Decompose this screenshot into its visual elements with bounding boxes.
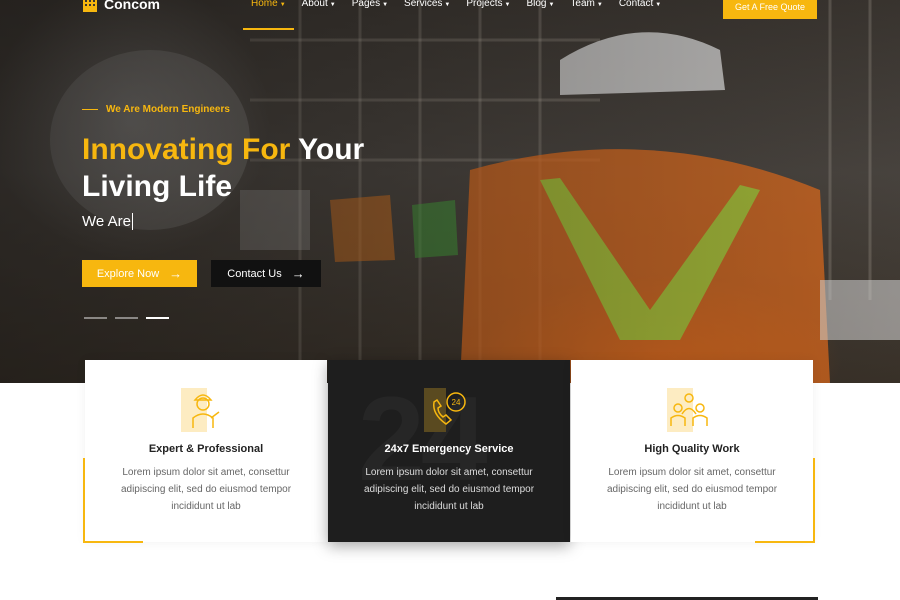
get-quote-button[interactable]: Get A Free Quote	[723, 0, 817, 19]
headline-accent: Innovating For	[82, 133, 291, 166]
feature-card-emergency: 24 24 24x7 Emergency Service Lorem ipsum…	[328, 360, 570, 542]
caret-down-icon: ▼	[444, 2, 451, 8]
hero-buttons: Explore Now → Contact Us →	[82, 260, 321, 287]
nav-item-team[interactable]: Team ▼	[562, 0, 610, 30]
nav-label: Blog	[526, 0, 547, 9]
typed-text: We Are	[82, 213, 364, 230]
arrow-right-icon: →	[169, 266, 183, 281]
caret-down-icon: ▼	[504, 2, 511, 8]
feature-title: 24x7 Emergency Service	[384, 443, 514, 455]
caret-down-icon: ▼	[548, 2, 555, 8]
team-workers-icon	[667, 388, 708, 432]
building-logo-icon	[83, 0, 97, 12]
engineer-icon	[181, 388, 220, 432]
nav-label: Services	[404, 0, 443, 9]
tagline-line	[82, 109, 98, 110]
arrow-right-icon: →	[291, 266, 305, 281]
nav-item-home[interactable]: Home ▼	[243, 0, 294, 30]
nav-label: Pages	[351, 0, 381, 9]
contact-label: Contact Us	[227, 267, 282, 280]
card-corner-accent	[83, 458, 85, 543]
brand-name: Concom	[104, 0, 160, 12]
card-corner-accent	[83, 541, 143, 543]
caret-down-icon: ▼	[329, 2, 336, 8]
main-nav: Home ▼ About ▼ Pages ▼ Services ▼ Projects ▼ …	[243, 0, 669, 30]
brand[interactable]: Concom	[82, 0, 160, 12]
caret-down-icon: ▼	[655, 2, 662, 8]
caret-down-icon: ▼	[382, 2, 389, 8]
caret-down-icon: ▼	[279, 2, 286, 8]
explore-label: Explore Now	[96, 267, 160, 280]
svg-text:24: 24	[452, 398, 461, 407]
headline-rest: Your	[298, 133, 365, 166]
explore-now-button[interactable]: Explore Now →	[82, 260, 197, 287]
slider-dots	[84, 317, 169, 319]
nav-label: Contact	[618, 0, 654, 9]
contact-us-button[interactable]: Contact Us →	[211, 260, 321, 287]
nav-item-contact[interactable]: Contact ▼	[611, 0, 669, 30]
nav-label: About	[301, 0, 328, 9]
feature-card-expert: Expert & Professional Lorem ipsum dolor …	[85, 360, 327, 542]
nav-label: Team	[570, 0, 595, 9]
nav-item-pages[interactable]: Pages ▼	[344, 0, 396, 30]
typing-cursor	[131, 213, 133, 230]
feature-title: Expert & Professional	[148, 443, 264, 455]
typed-text-value: We Are	[82, 213, 131, 230]
feature-card-quality: High Quality Work Lorem ipsum dolor sit …	[571, 360, 813, 542]
nav-label: Home	[251, 0, 278, 9]
hero-headline: Innovating For Your Living Life	[82, 131, 364, 205]
hero-section: Concom Home ▼ About ▼ Pages ▼ Services ▼ Pro…	[0, 0, 900, 383]
slide-dot-2[interactable]	[115, 317, 138, 319]
hero-text: We Are Modern Engineers Innovating For Y…	[82, 104, 364, 230]
nav-item-projects[interactable]: Projects ▼	[458, 0, 518, 30]
caret-down-icon: ▼	[596, 2, 603, 8]
tagline-text: We Are Modern Engineers	[106, 104, 230, 115]
hero-tagline: We Are Modern Engineers	[82, 104, 364, 115]
slide-dot-3[interactable]	[146, 317, 169, 319]
nav-item-blog[interactable]: Blog ▼	[518, 0, 562, 30]
feature-text: Lorem ipsum dolor sit amet, consettur ad…	[363, 467, 535, 512]
nav-label: Projects	[466, 0, 503, 9]
feature-cards: Expert & Professional Lorem ipsum dolor …	[85, 360, 813, 542]
feature-title: High Quality Work	[644, 443, 740, 455]
headline-line2: Living Life	[82, 170, 232, 203]
slide-dot-1[interactable]	[84, 317, 107, 319]
card-corner-accent	[813, 458, 815, 543]
feature-text: Lorem ipsum dolor sit amet, consettur ad…	[606, 467, 778, 512]
feature-text: Lorem ipsum dolor sit amet, consettur ad…	[120, 467, 292, 512]
nav-item-about[interactable]: About ▼	[294, 0, 344, 30]
card-corner-accent	[755, 541, 815, 543]
phone-24-icon: 24	[424, 388, 466, 432]
nav-item-services[interactable]: Services ▼	[396, 0, 458, 30]
